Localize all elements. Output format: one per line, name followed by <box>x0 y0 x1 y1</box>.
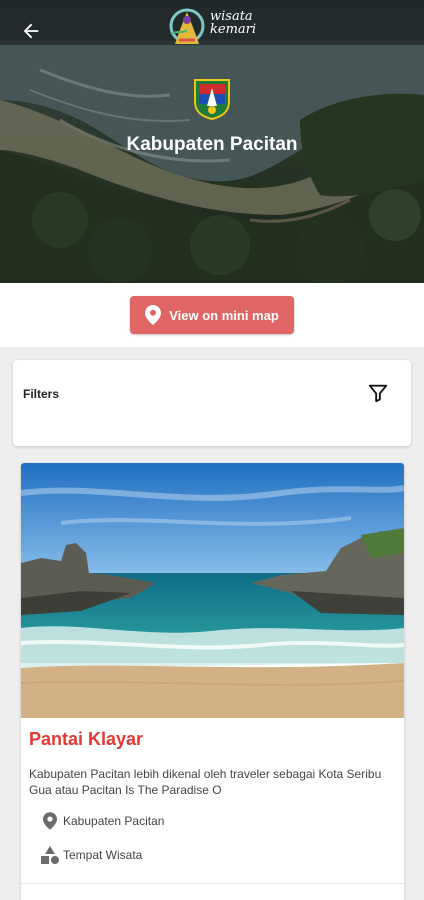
card-divider <box>21 883 404 884</box>
place-image <box>21 463 404 718</box>
place-region: Kabupaten Pacitan <box>63 814 165 828</box>
place-category: Tempat Wisata <box>63 848 143 862</box>
back-arrow-icon <box>23 23 39 39</box>
app-logo-text: wisata kemari <box>210 10 256 36</box>
place-description: Kabupaten Pacitan lebih dikenal oleh tra… <box>29 767 382 797</box>
view-mini-map-label: View on mini map <box>169 307 279 323</box>
location-pin-icon <box>39 810 61 832</box>
back-button[interactable] <box>16 16 46 46</box>
app-logo-text-line-2: kemari <box>210 22 257 37</box>
region-title: Kabupaten Pacitan <box>126 134 298 155</box>
region-emblem <box>194 79 230 120</box>
place-region-row: Kabupaten Pacitan <box>39 810 164 832</box>
map-button-section: View on mini map <box>0 283 424 347</box>
filters-card: Filters <box>13 360 411 446</box>
location-pin-icon <box>145 305 162 325</box>
place-card[interactable]: Pantai Klayar Kabupaten Pacitan lebih di… <box>21 463 404 900</box>
place-name[interactable]: Pantai Klayar <box>29 729 143 750</box>
filter-button[interactable] <box>367 382 389 404</box>
filters-label: Filters <box>23 387 60 401</box>
filter-icon <box>368 384 388 403</box>
category-shapes-icon <box>39 844 61 866</box>
view-mini-map-button[interactable]: View on mini map <box>130 296 294 334</box>
place-category-row: Tempat Wisata <box>39 844 142 866</box>
hero-banner: wisata kemari Kabupaten Pacitan <box>0 0 424 283</box>
